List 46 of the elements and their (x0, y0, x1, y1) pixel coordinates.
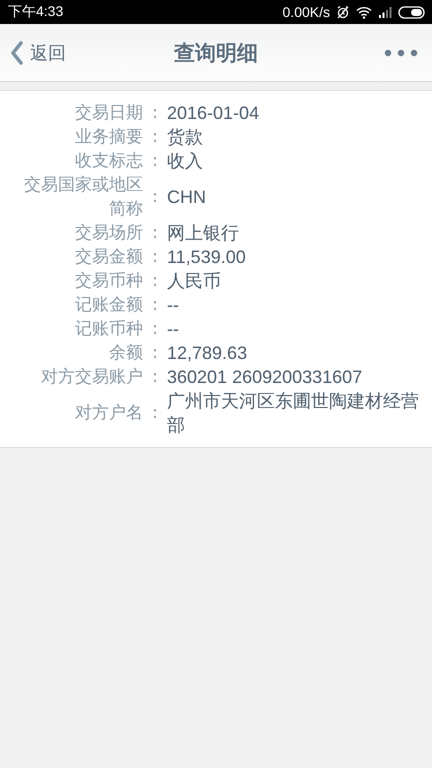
field-value: 11,539.00 (167, 246, 247, 269)
status-time: 下午4:33 (8, 3, 64, 21)
field-label: 交易日期 (75, 102, 143, 125)
chevron-left-icon (10, 40, 24, 64)
field-value: 货款 (167, 126, 204, 149)
field-value: CHN (167, 186, 207, 209)
field-label: 交易场所 (75, 222, 143, 245)
colon: : (151, 270, 159, 293)
field-label: 交易金额 (75, 246, 143, 269)
field-value: 12,789.63 (167, 342, 248, 365)
alarm-off-icon (336, 5, 350, 19)
field-value: -- (167, 294, 180, 317)
colon: : (151, 102, 159, 125)
field-value: 人民币 (167, 270, 222, 293)
colon: : (151, 126, 159, 149)
field-label: 交易币种 (75, 270, 143, 293)
colon: : (151, 342, 159, 365)
colon: : (151, 222, 159, 245)
field-label: 余额 (109, 342, 143, 365)
field-label: 对方交易账户 (41, 366, 143, 389)
field-value: 网上银行 (167, 222, 240, 245)
field-value: 收入 (167, 150, 204, 173)
field-label: 对方户名 (75, 402, 143, 425)
colon: : (151, 294, 159, 317)
battery-icon (398, 6, 426, 18)
wifi-icon (356, 6, 372, 18)
field-label: 业务摘要 (75, 126, 143, 149)
field-label: 收支标志 (75, 150, 143, 173)
back-button[interactable]: 返回 (10, 40, 66, 64)
field-value: 2016-01-04 (167, 102, 260, 125)
page-title: 查询明细 (174, 40, 258, 66)
field-label: 交易国家或地区简称 (23, 174, 143, 221)
field-value: 广州市天河区东圃世陶建材经营部 (167, 390, 420, 437)
network-speed: 0.00K/s (282, 4, 330, 20)
field-label: 记账金额 (75, 294, 143, 317)
colon: : (151, 150, 159, 173)
colon: : (151, 246, 159, 269)
colon: : (151, 366, 159, 389)
signal-icon (378, 6, 392, 18)
colon: : (151, 318, 159, 341)
colon: : (151, 402, 159, 425)
field-value: 360201 2609200331607 (167, 366, 364, 389)
more-icon[interactable] (384, 48, 418, 56)
colon: : (151, 186, 159, 209)
field-label: 记账币种 (75, 318, 143, 341)
field-value: -- (167, 318, 180, 341)
